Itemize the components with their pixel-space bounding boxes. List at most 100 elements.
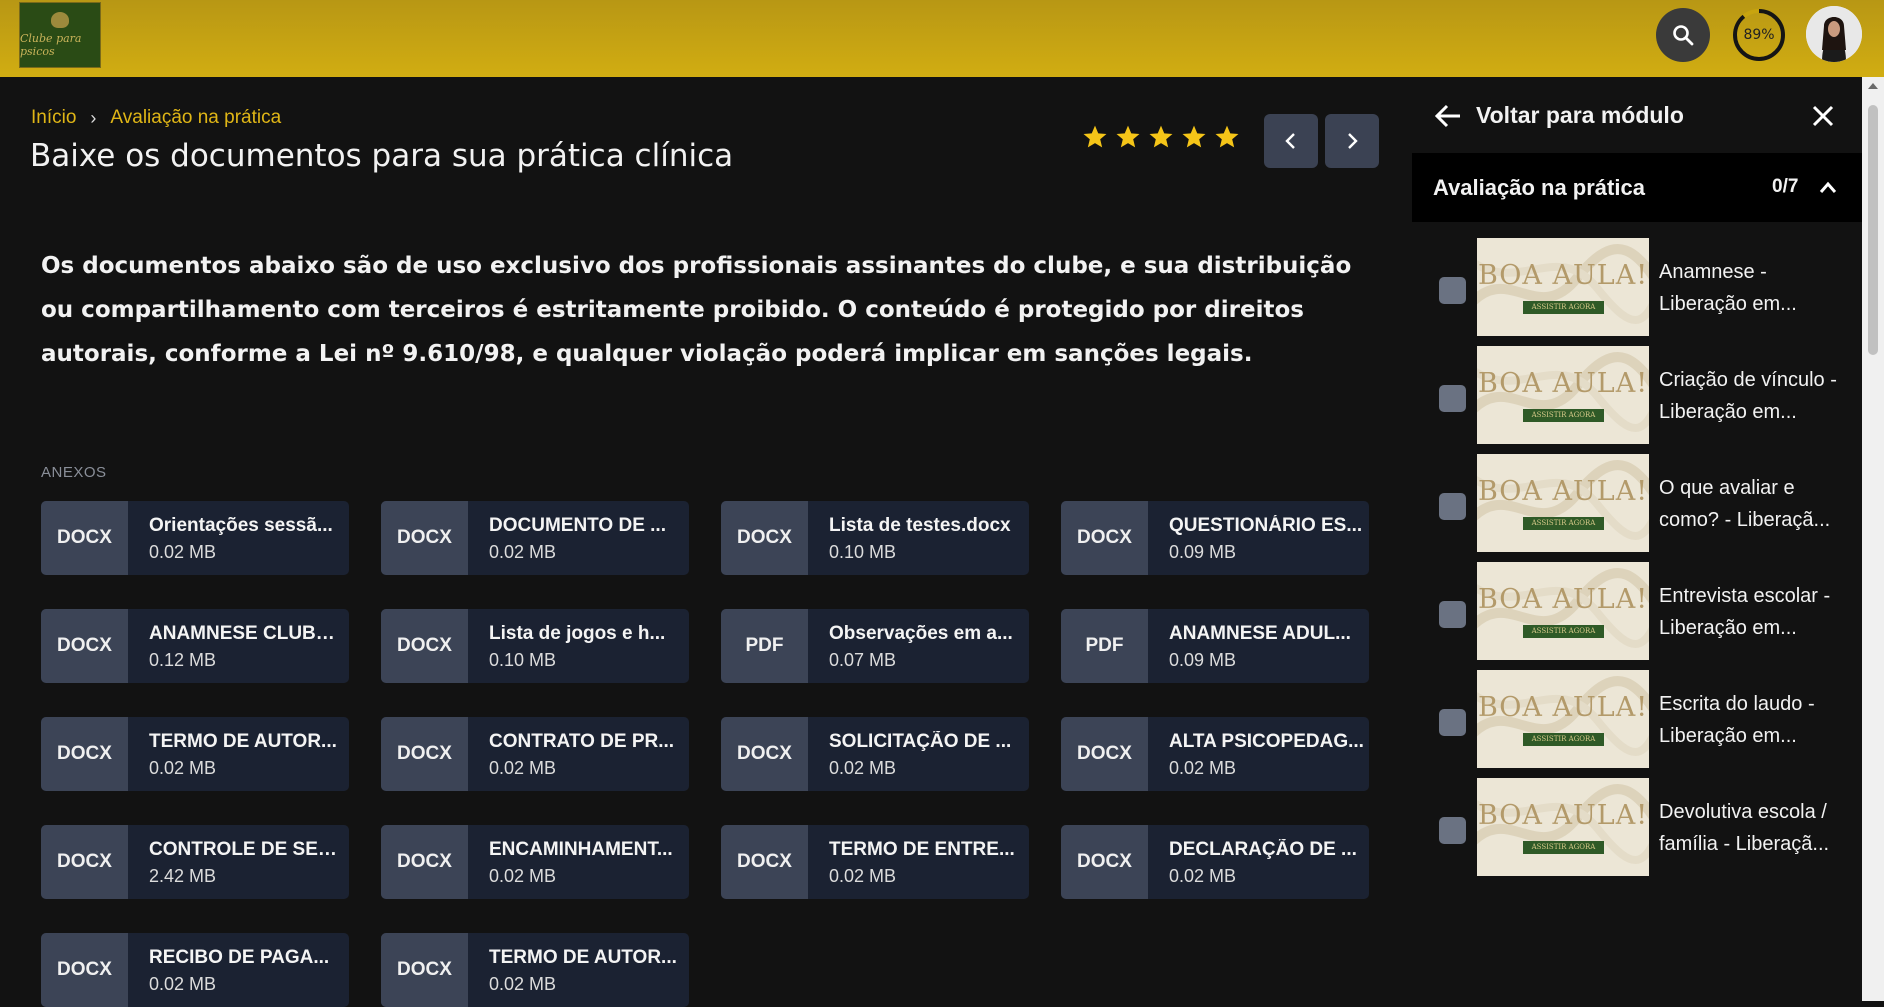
star-icon[interactable] — [1082, 124, 1108, 150]
lesson-complete-checkbox[interactable] — [1439, 709, 1466, 736]
thumbnail-title: BOA AULA! — [1477, 692, 1649, 723]
lesson-item[interactable]: BOA AULA! ASSISTIR AGORA Anamnese - Libera… — [1412, 238, 1862, 336]
page-scrollbar[interactable] — [1862, 77, 1884, 1001]
lesson-thumbnail[interactable]: BOA AULA! ASSISTIR AGORA — [1477, 454, 1649, 552]
lesson-thumbnail[interactable]: BOA AULA! ASSISTIR AGORA — [1477, 670, 1649, 768]
file-info: SOLICITAÇÃO DE ... 0.02 MB — [808, 717, 1029, 791]
attachment-card[interactable]: DOCX DOCUMENTO DE ... 0.02 MB — [381, 501, 689, 575]
attachment-card[interactable]: DOCX CONTRATO DE PR... 0.02 MB — [381, 717, 689, 791]
file-name: CONTROLE DE SES... — [149, 839, 344, 860]
search-icon — [1673, 25, 1694, 46]
lesson-complete-checkbox[interactable] — [1439, 385, 1466, 412]
file-type-badge: DOCX — [381, 501, 468, 575]
attachment-card[interactable]: DOCX QUESTIONÁRIO ES... 0.09 MB — [1061, 501, 1369, 575]
star-icon[interactable] — [1214, 124, 1240, 150]
file-size: 0.02 MB — [149, 542, 217, 562]
attachment-card[interactable]: DOCX Lista de jogos e h... 0.10 MB — [381, 609, 689, 683]
course-progress-ring: 89% — [1731, 7, 1787, 63]
sidebar-header: Voltar para módulo — [1412, 77, 1862, 153]
scroll-up-arrow-icon[interactable] — [1868, 83, 1878, 89]
attachment-card[interactable]: DOCX TERMO DE ENTRE... 0.02 MB — [721, 825, 1029, 899]
file-name: ANAMNESE ADUL... — [1169, 623, 1351, 644]
arrow-left-icon[interactable] — [1432, 100, 1464, 132]
rating-stars[interactable] — [1082, 124, 1240, 150]
thumbnail-title: BOA AULA! — [1477, 476, 1649, 507]
thumbnail-watch-label: ASSISTIR AGORA — [1523, 409, 1604, 422]
lesson-complete-checkbox[interactable] — [1439, 277, 1466, 304]
attachment-card[interactable]: DOCX SOLICITAÇÃO DE ... 0.02 MB — [721, 717, 1029, 791]
lesson-title[interactable]: Devolutiva escola / família - Liberaçã..… — [1659, 796, 1849, 860]
brand-logo[interactable]: Clube para psicos — [19, 2, 101, 68]
module-accordion-header[interactable]: Avaliação na prática 0/7 — [1412, 153, 1862, 222]
file-name: TERMO DE AUTOR... — [149, 731, 337, 752]
attachment-card[interactable]: DOCX ALTA PSICOPEDAG... 0.02 MB — [1061, 717, 1369, 791]
lesson-complete-checkbox[interactable] — [1439, 493, 1466, 520]
attachment-card[interactable]: DOCX TERMO DE AUTOR... 0.02 MB — [41, 717, 349, 791]
lesson-complete-checkbox[interactable] — [1439, 817, 1466, 844]
thumbnail-watch-label: ASSISTIR AGORA — [1523, 841, 1604, 854]
file-name: CONTRATO DE PR... — [489, 731, 675, 752]
file-info: CONTRATO DE PR... 0.02 MB — [468, 717, 689, 791]
file-size: 2.42 MB — [149, 866, 217, 886]
file-size: 0.02 MB — [489, 758, 557, 778]
lesson-title[interactable]: O que avaliar e como? - Liberaçã... — [1659, 472, 1849, 536]
file-info: TERMO DE AUTOR... 0.02 MB — [468, 933, 689, 1007]
thumbnail-watch-label: ASSISTIR AGORA — [1523, 733, 1604, 746]
file-size: 0.02 MB — [1169, 758, 1237, 778]
breadcrumb-home[interactable]: Início — [31, 107, 76, 129]
lesson-thumbnail[interactable]: BOA AULA! ASSISTIR AGORA — [1477, 562, 1649, 660]
previous-lesson-button[interactable] — [1264, 114, 1318, 168]
lesson-item[interactable]: BOA AULA! ASSISTIR AGORA Escrita do laudo … — [1412, 670, 1862, 768]
file-size: 0.02 MB — [489, 542, 557, 562]
file-name: TERMO DE ENTRE... — [829, 839, 1015, 860]
file-name: DECLARAÇÃO DE ... — [1169, 839, 1357, 860]
lesson-title[interactable]: Anamnese - Liberação em... — [1659, 256, 1849, 320]
file-name: Lista de jogos e h... — [489, 623, 666, 644]
lesson-thumbnail[interactable]: BOA AULA! ASSISTIR AGORA — [1477, 778, 1649, 876]
attachment-card[interactable]: DOCX RECIBO DE PAGA... 0.02 MB — [41, 933, 349, 1007]
scrollbar-thumb[interactable] — [1868, 105, 1878, 355]
chevron-up-icon — [1819, 181, 1837, 193]
lesson-item[interactable]: BOA AULA! ASSISTIR AGORA Devolutiva escola… — [1412, 778, 1862, 876]
breadcrumb-current[interactable]: Avaliação na prática — [110, 107, 281, 129]
attachment-card[interactable]: PDF ANAMNESE ADUL... 0.09 MB — [1061, 609, 1369, 683]
lesson-title[interactable]: Entrevista escolar - Liberação em... — [1659, 580, 1849, 644]
attachment-card[interactable]: PDF Observações em a... 0.07 MB — [721, 609, 1029, 683]
next-lesson-button[interactable] — [1325, 114, 1379, 168]
star-icon[interactable] — [1115, 124, 1141, 150]
lesson-title[interactable]: Criação de vínculo - Liberação em... — [1659, 364, 1849, 428]
attachment-card[interactable]: DOCX Lista de testes.docx 0.10 MB — [721, 501, 1029, 575]
file-size: 0.10 MB — [829, 542, 897, 562]
close-icon[interactable] — [1807, 100, 1839, 132]
lesson-title[interactable]: Escrita do laudo - Liberação em... — [1659, 688, 1849, 752]
lesson-thumbnail[interactable]: BOA AULA! ASSISTIR AGORA — [1477, 238, 1649, 336]
file-info: Lista de jogos e h... 0.10 MB — [468, 609, 689, 683]
chevron-right-icon: › — [90, 107, 97, 128]
attachment-card[interactable]: DOCX TERMO DE AUTOR... 0.02 MB — [381, 933, 689, 1007]
attachment-card[interactable]: DOCX ENCAMINHAMENT... 0.02 MB — [381, 825, 689, 899]
user-avatar[interactable] — [1806, 6, 1862, 62]
file-name: RECIBO DE PAGA... — [149, 947, 330, 968]
search-button[interactable] — [1656, 8, 1710, 62]
lesson-item[interactable]: BOA AULA! ASSISTIR AGORA Criação de víncul… — [1412, 346, 1862, 444]
attachment-card[interactable]: DOCX Orientações sessã... 0.02 MB — [41, 501, 349, 575]
lesson-complete-checkbox[interactable] — [1439, 601, 1466, 628]
file-info: Observações em a... 0.07 MB — [808, 609, 1029, 683]
file-name: Orientações sessã... — [149, 515, 333, 536]
file-info: CONTROLE DE SES... 2.42 MB — [128, 825, 349, 899]
progress-percent: 89% — [1743, 27, 1775, 43]
star-icon[interactable] — [1181, 124, 1207, 150]
attachment-card[interactable]: DOCX CONTROLE DE SES... 2.42 MB — [41, 825, 349, 899]
star-icon[interactable] — [1148, 124, 1174, 150]
file-name: Observações em a... — [829, 623, 1013, 644]
lesson-item[interactable]: BOA AULA! ASSISTIR AGORA O que avaliar e c… — [1412, 454, 1862, 552]
attachment-card[interactable]: DOCX ANAMNESE CLUBE... 0.12 MB — [41, 609, 349, 683]
lesson-thumbnail[interactable]: BOA AULA! ASSISTIR AGORA — [1477, 346, 1649, 444]
file-type-badge: DOCX — [721, 717, 808, 791]
attachment-card[interactable]: DOCX DECLARAÇÃO DE ... 0.02 MB — [1061, 825, 1369, 899]
lesson-item[interactable]: BOA AULA! ASSISTIR AGORA Entrevista escola… — [1412, 562, 1862, 660]
file-size: 0.02 MB — [489, 974, 557, 994]
file-size: 0.07 MB — [829, 650, 897, 670]
file-type-badge: DOCX — [721, 825, 808, 899]
back-to-module-link[interactable]: Voltar para módulo — [1476, 102, 1684, 129]
